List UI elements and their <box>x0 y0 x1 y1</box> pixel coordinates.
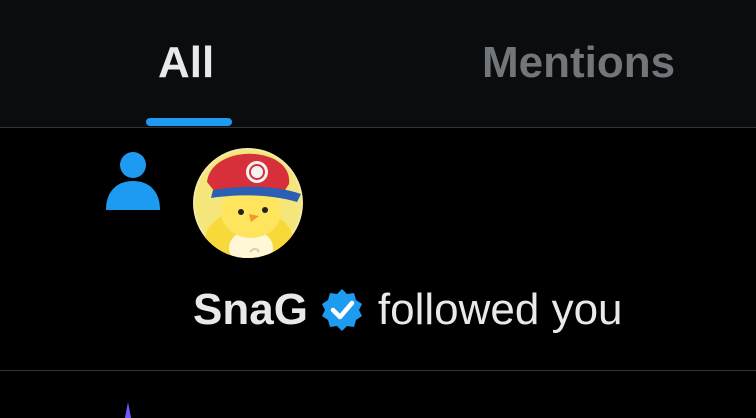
person-icon <box>106 152 160 210</box>
notifications-tab-bar: All Mentions <box>0 0 756 127</box>
cartoon-penguin-avatar <box>193 148 303 258</box>
notification-text: SnaG followed you <box>193 284 623 336</box>
user-name-link[interactable]: SnaG <box>193 284 308 336</box>
tab-mentions-label: Mentions <box>482 38 676 87</box>
sparkle-icon <box>125 402 131 418</box>
tab-mentions[interactable]: Mentions <box>378 0 756 127</box>
tab-all-label: All <box>158 38 215 87</box>
verified-badge-icon <box>321 289 362 331</box>
avatar[interactable] <box>193 148 303 258</box>
notification-action-text: followed you <box>377 285 623 334</box>
tab-all[interactable]: All <box>0 0 378 127</box>
active-tab-indicator <box>146 118 232 126</box>
divider <box>0 370 756 371</box>
